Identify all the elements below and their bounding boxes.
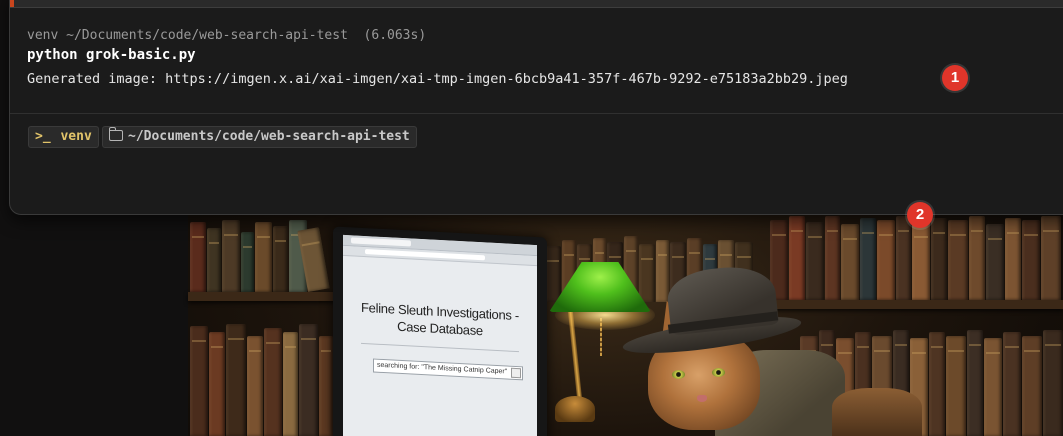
screen-search-button [511, 367, 521, 379]
cat-eye-right [712, 368, 725, 377]
directory-chip[interactable]: ~/Documents/code/web-search-api-test [102, 126, 417, 148]
terminal-prompt-icon: >_ [35, 129, 51, 144]
screen-search-text: searching for: "The Missing Catnip Caper… [377, 361, 508, 376]
folder-icon [108, 127, 123, 141]
venv-label: venv [60, 129, 92, 144]
block-header: venv ~/Documents/code/web-search-api-tes… [27, 28, 427, 43]
marker-1: 1 [942, 65, 968, 91]
shelf-board [770, 300, 1063, 309]
screen-title: Feline Sleuth Investigations - Case Data… [343, 298, 537, 342]
venv-chip[interactable]: >_ venv [28, 126, 99, 148]
bookshelf-left-lower [188, 312, 333, 436]
leather-chair [832, 388, 922, 436]
shelf-board [188, 292, 338, 301]
cat-eye-left [672, 370, 685, 379]
command-line[interactable]: python grok-basic.py [27, 47, 196, 63]
computer-monitor: Feline Sleuth Investigations - Case Data… [333, 226, 547, 436]
block-indicator [10, 0, 14, 7]
lamp-base [555, 396, 595, 422]
bookshelf-left-upper [188, 214, 333, 292]
screen-search-box: searching for: "The Missing Catnip Caper… [373, 358, 523, 381]
monitor-screen: Feline Sleuth Investigations - Case Data… [343, 234, 537, 436]
screen-divider [361, 342, 519, 353]
directory-label: ~/Documents/code/web-search-api-test [128, 129, 410, 144]
previous-block-edge [10, 0, 1063, 8]
command-output[interactable]: Generated image: https://imgen.x.ai/xai-… [27, 71, 848, 87]
cat-nose [697, 395, 707, 402]
marker-2: 2 [907, 202, 933, 228]
block-divider [10, 113, 1063, 114]
terminal-window[interactable]: venv ~/Documents/code/web-search-api-tes… [9, 0, 1063, 215]
